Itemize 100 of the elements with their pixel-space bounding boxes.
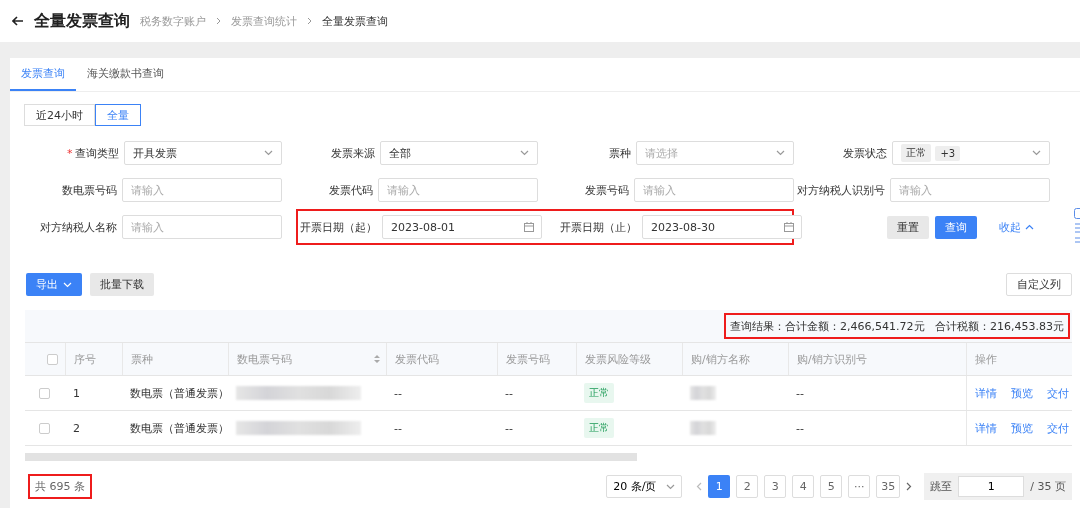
field-label: 开票日期（起） <box>300 219 377 235</box>
page-button[interactable]: 5 <box>820 475 843 498</box>
page-button[interactable]: 1 <box>708 475 731 498</box>
chevron-down-icon <box>520 150 529 156</box>
row-checkbox[interactable] <box>39 422 50 434</box>
select-field[interactable]: 全部 <box>380 141 538 165</box>
text-field[interactable]: 请输入 <box>122 178 282 202</box>
field-label: 发票代码 <box>329 182 373 198</box>
table-cell: -- <box>505 386 513 400</box>
table-cell: -- <box>796 421 804 435</box>
collapse-link[interactable]: 收起 <box>993 218 1040 236</box>
column-header: 操作 <box>975 351 997 367</box>
status-tag: +3 <box>935 145 961 161</box>
column-header: 购/销方识别号 <box>797 351 867 367</box>
breadcrumb-item[interactable]: 发票查询统计 <box>231 13 297 29</box>
column-header: 票种 <box>131 351 153 367</box>
field-label: 发票来源 <box>331 145 376 161</box>
column-header: 发票风险等级 <box>585 351 651 367</box>
column-header: 发票号码 <box>506 351 550 367</box>
select-field[interactable]: 正常 +3 <box>892 141 1050 165</box>
table-cell: 1 <box>73 386 80 400</box>
page-button[interactable]: 3 <box>764 475 787 498</box>
total-count: 共 695 条 <box>28 474 92 499</box>
custom-columns-button[interactable]: 自定义列 <box>1006 273 1072 296</box>
table-cell: 数电票（普通发票） <box>130 385 229 401</box>
field-label: 数电票号码 <box>62 182 117 198</box>
tab[interactable]: 海关缴款书查询 <box>76 58 175 91</box>
tab[interactable]: 发票查询 <box>10 58 76 91</box>
risk-tag: 正常 <box>584 418 614 438</box>
previous-page-icon[interactable] <box>696 482 703 491</box>
row-action-link[interactable]: 交付 <box>1047 420 1069 436</box>
select-field[interactable]: 开具发票 <box>124 141 282 165</box>
row-action-link[interactable]: 预览 <box>1011 420 1033 436</box>
text-field[interactable]: 请输入 <box>378 178 538 202</box>
field-label: 票种 <box>609 145 632 161</box>
back-arrow-icon[interactable] <box>12 16 24 26</box>
breadcrumb-item[interactable]: 税务数字账户 <box>140 13 206 29</box>
text-field[interactable]: 请输入 <box>890 178 1050 202</box>
next-page-icon[interactable] <box>906 482 913 491</box>
range-toggle-button[interactable]: 近24小时 <box>24 104 95 126</box>
table-cell: -- <box>796 386 804 400</box>
page-count: / 35 页 <box>1030 479 1066 494</box>
select-all-checkbox[interactable] <box>47 353 58 365</box>
table-cell: 2 <box>73 421 80 435</box>
risk-tag: 正常 <box>584 383 614 403</box>
scrollbar[interactable] <box>25 453 637 461</box>
column-header: 序号 <box>74 351 96 367</box>
date-field[interactable]: 2023-08-30 <box>642 215 802 239</box>
page-button[interactable]: 4 <box>792 475 815 498</box>
calendar-icon <box>524 222 534 232</box>
redacted-block <box>690 421 716 435</box>
date-field[interactable]: 2023-08-01 <box>382 215 542 239</box>
field-label: 开票日期（止） <box>560 219 637 235</box>
field-label: 对方纳税人识别号 <box>797 182 885 198</box>
page-jump-field[interactable]: 1 <box>958 476 1025 497</box>
chevron-down-icon <box>666 483 676 490</box>
chevron-up-icon <box>1025 224 1034 230</box>
status-tag: 正常 <box>901 144 932 162</box>
text-field[interactable]: 请输入 <box>634 178 794 202</box>
table-cell: -- <box>505 421 513 435</box>
row-action-link[interactable]: 预览 <box>1011 385 1033 401</box>
sort-icon[interactable] <box>374 354 380 364</box>
row-action-link[interactable]: 详情 <box>975 420 997 436</box>
summary-text: 查询结果：合计金额：2,466,541.72元 合计税额：216,453.83元 <box>724 313 1070 339</box>
calendar-icon <box>784 222 794 232</box>
table-cell: -- <box>394 421 402 435</box>
reset-button[interactable]: 重置 <box>887 215 929 239</box>
page-size-select[interactable]: 20 条/页 <box>606 475 683 498</box>
range-toggle-button[interactable]: 全量 <box>95 104 141 126</box>
chevron-down-icon <box>1032 150 1041 156</box>
column-header: 购/销方名称 <box>691 351 750 367</box>
column-header: 发票代码 <box>395 351 439 367</box>
export-button[interactable]: 导出 <box>26 273 82 296</box>
field-label: 发票号码 <box>585 182 629 198</box>
required-mark: * <box>66 146 73 160</box>
redacted-block <box>690 386 716 400</box>
chevron-down-icon <box>264 150 273 156</box>
table-cell: -- <box>394 386 402 400</box>
row-action-link[interactable]: 详情 <box>975 385 997 401</box>
field-label: 对方纳税人名称 <box>40 219 117 235</box>
table-cell: 数电票（普通发票） <box>130 420 229 436</box>
page-title: 全量发票查询 <box>34 10 130 32</box>
column-header: 数电票号码 <box>237 351 292 367</box>
row-checkbox[interactable] <box>39 387 50 399</box>
row-action-link[interactable]: 交付 <box>1047 385 1069 401</box>
field-label: 发票状态 <box>843 145 888 161</box>
side-tool-icon[interactable] <box>1074 208 1080 244</box>
chevron-right-icon <box>216 17 221 25</box>
page-button[interactable]: 2 <box>736 475 759 498</box>
chevron-right-icon <box>307 17 312 25</box>
breadcrumb-item: 全量发票查询 <box>322 13 388 29</box>
field-label: 查询类型 <box>75 145 120 161</box>
query-button[interactable]: 查询 <box>935 215 977 239</box>
chevron-down-icon <box>63 281 72 288</box>
page-button[interactable]: 35 <box>876 475 901 498</box>
page-button[interactable]: ··· <box>848 475 871 498</box>
batch-download-button[interactable]: 批量下载 <box>90 273 154 296</box>
jump-label: 跳至 <box>930 479 953 494</box>
text-field[interactable]: 请输入 <box>122 215 282 239</box>
chevron-down-icon <box>776 150 785 156</box>
